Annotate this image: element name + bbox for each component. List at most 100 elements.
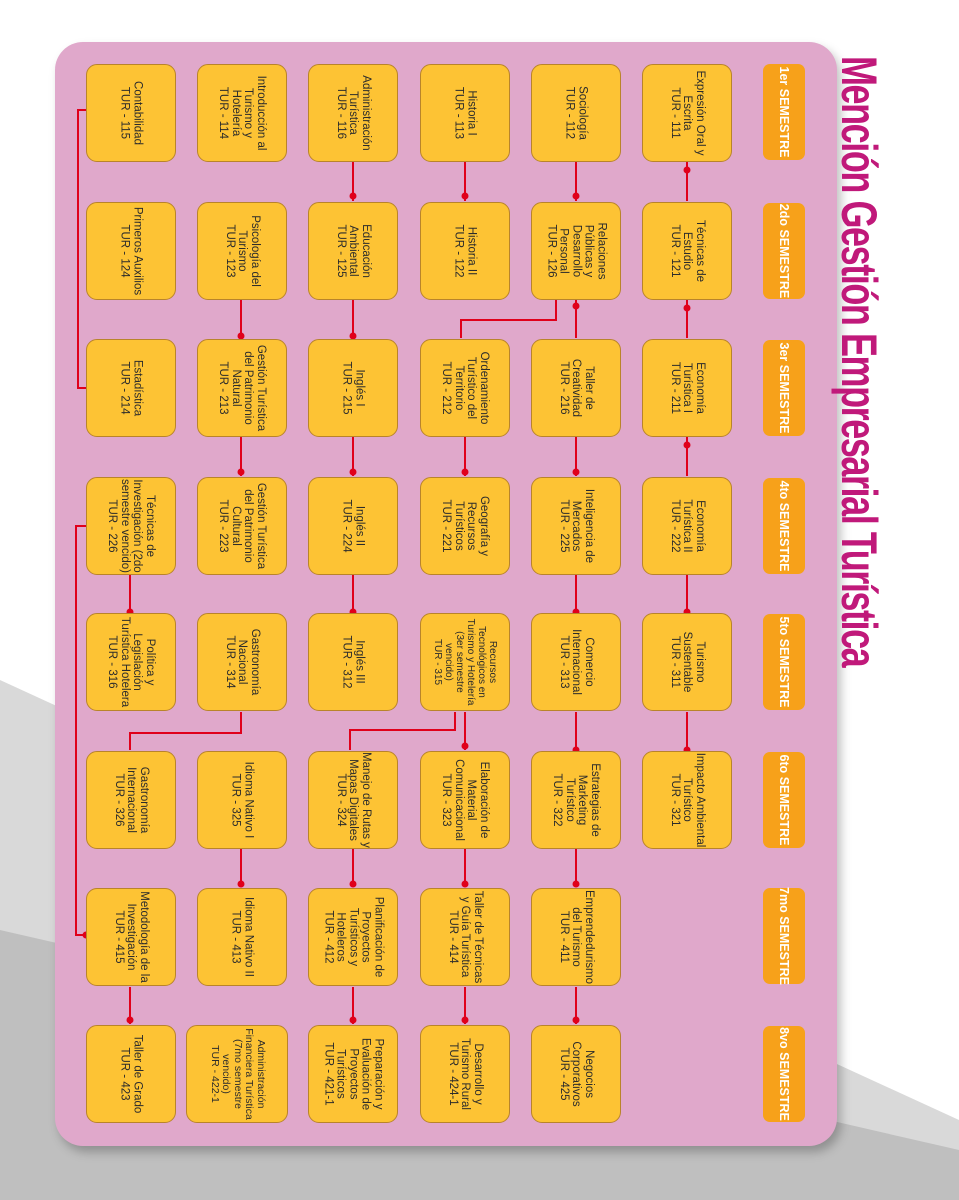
- course-text: TUR - 315: [432, 638, 443, 686]
- semester-header-7: 7mo SEMESTRE: [763, 887, 805, 985]
- course-text: Comercio Internacional: [570, 629, 595, 695]
- course-box: Taller de Creatividad TUR - 216: [531, 339, 621, 437]
- course-text: TUR - 211: [668, 361, 681, 415]
- course-text: TUR - 414: [446, 910, 459, 964]
- course-box: Gestión Turística del Patrimonio Natural…: [197, 339, 287, 437]
- semester-header-1: 1er SEMESTRE: [763, 64, 805, 160]
- course-text: TUR - 322: [551, 773, 564, 827]
- course-box: Negocios Corporativos TUR - 425: [531, 1025, 621, 1123]
- course-box: Inglés I TUR - 215: [308, 339, 398, 437]
- course-text: Política y Legislación Turística Hoteler…: [119, 616, 156, 708]
- semester-header-6: 6to SEMESTRE: [763, 752, 805, 848]
- semester-header-4: 4to SEMESTRE: [763, 478, 805, 574]
- course-text: TUR - 212: [440, 361, 453, 415]
- course-box: Preparación y Evaluación de Proyectos Tu…: [308, 1025, 398, 1123]
- course-text: Primeros Auxilios: [131, 206, 144, 296]
- course-text: TUR - 316: [106, 635, 119, 689]
- semester-label: 3er SEMESTRE: [777, 342, 791, 434]
- course-text: TUR - 326: [112, 773, 125, 827]
- course-text: Expresión Oral y Escrita: [681, 70, 706, 156]
- course-text: TUR - 225: [557, 499, 570, 553]
- course-text: Estrategias de Marketing Turístico: [564, 763, 601, 837]
- course-text: Psicología del Turismo: [236, 215, 261, 287]
- course-text: Educación Ambiental: [347, 224, 372, 278]
- course-text: Taller de Creatividad: [570, 358, 595, 418]
- course-text: Inglés III: [353, 640, 366, 684]
- course-text: Gastronomía Nacional: [236, 628, 261, 696]
- course-text: TUR - 215: [341, 361, 353, 415]
- course-text: Turismo Sustentable: [681, 631, 706, 693]
- course-box: Educación Ambiental TUR - 125: [308, 202, 398, 300]
- course-box: Primeros Auxilios TUR - 124: [86, 202, 176, 300]
- course-text: TUR - 224: [341, 499, 353, 553]
- course-box: Turismo Sustentable TUR - 311: [642, 613, 732, 711]
- course-box: Introducción al Turismo y Hotelería TUR -…: [197, 64, 287, 162]
- course-text: TUR - 116: [334, 86, 347, 140]
- course-text: TUR - 311: [668, 635, 681, 689]
- course-box: Manejo de Rutas y Mapas Digitales TUR - 3…: [308, 751, 398, 849]
- course-box: Economía Turística I TUR - 211: [642, 339, 732, 437]
- course-text: Recursos Tecnológicos en Turismo y Hotel…: [443, 618, 498, 706]
- course-text: TUR - 421-1: [322, 1042, 335, 1106]
- course-box: Gestión Turística del Patrimonio Cultura…: [197, 477, 287, 575]
- course-text: TUR - 226: [106, 499, 119, 553]
- course-box: Relaciones Públicas y Desarrollo Persona…: [531, 202, 621, 300]
- course-box: Geografía y Recursos Turísticos TUR - 221: [420, 477, 510, 575]
- course-box: Taller de Técnicas y Guía Turística TUR -…: [420, 888, 510, 986]
- course-text: TUR - 113: [453, 86, 465, 140]
- course-text: TUR - 214: [119, 361, 131, 415]
- course-box: Expresión Oral y Escrita TUR - 111: [642, 64, 732, 162]
- course-box: Gastronomía Nacional TUR - 314: [197, 613, 287, 711]
- course-text: Relaciones Públicas y Desarrollo Persona…: [557, 222, 608, 280]
- course-text: Negocios Corporativos: [570, 1041, 595, 1107]
- course-box: Impacto Ambiental Turístico TUR - 321: [642, 751, 732, 849]
- semester-label: 8vo SEMESTRE: [777, 1027, 791, 1121]
- course-box: Planificación de Proyectos Turísticos y …: [308, 888, 398, 986]
- semester-label: 6to SEMESTRE: [777, 754, 791, 846]
- course-text: TUR - 312: [341, 635, 353, 689]
- course-text: TUR - 412: [322, 910, 335, 964]
- course-text: Estadística: [131, 359, 144, 417]
- course-box: Comercio Internacional TUR - 313: [531, 613, 621, 711]
- course-text: Gestión Turística del Patrimonio Natural: [230, 344, 267, 432]
- semester-label: 4to SEMESTRE: [777, 480, 791, 572]
- course-box: Inglés III TUR - 312: [308, 613, 398, 711]
- course-box: Psicología del Turismo TUR - 123: [197, 202, 287, 300]
- course-text: Técnicas de Estudio: [681, 219, 706, 282]
- course-text: Gestión Turística del Patrimonio Cultura…: [230, 482, 267, 570]
- course-text: Historia II: [465, 226, 478, 276]
- course-box: Estrategias de Marketing Turístico TUR - …: [531, 751, 621, 849]
- course-box: Inteligencia de Mercados TUR - 225: [531, 477, 621, 575]
- course-box: Idioma Nativo II TUR - 413: [197, 888, 287, 986]
- course-text: TUR - 122: [453, 224, 465, 278]
- course-box: Taller de Grado TUR - 423: [86, 1025, 176, 1123]
- course-text: Impacto Ambiental Turístico: [681, 752, 706, 848]
- course-text: Administración Turística: [347, 75, 372, 151]
- course-text: TUR - 425: [557, 1047, 570, 1101]
- course-text: TUR - 411: [557, 910, 570, 964]
- course-box: Administración Financiera Turística (7mo…: [186, 1025, 288, 1123]
- course-text: Emprendedurismo del Turismo: [570, 890, 595, 984]
- course-text: Técnicas de Investigación (2do semestre …: [119, 479, 156, 573]
- semester-header-3: 3er SEMESTRE: [763, 340, 805, 436]
- course-box: Desarrollo y Turismo Rural TUR - 424-1: [420, 1025, 510, 1123]
- course-text: Desarrollo y Turismo Rural: [459, 1038, 484, 1110]
- course-text: Economía Turística II: [681, 499, 706, 553]
- course-box: Técnicas de Investigación (2do semestre …: [86, 477, 176, 575]
- course-text: Inglés II: [353, 505, 366, 547]
- course-box: Inglés II TUR - 224: [308, 477, 398, 575]
- course-box: Historia II TUR - 122: [420, 202, 510, 300]
- course-text: TUR - 415: [112, 910, 125, 964]
- course-text: TUR - 126: [545, 224, 558, 278]
- course-text: TUR - 114: [217, 86, 230, 140]
- course-text: Manejo de Rutas y Mapas Digitales: [347, 752, 372, 848]
- semester-label: 7mo SEMESTRE: [777, 887, 791, 985]
- semester-label: 5to SEMESTRE: [777, 616, 791, 708]
- course-text: Taller de Técnicas y Guía Turística: [459, 890, 484, 984]
- semester-header-5: 5to SEMESTRE: [763, 614, 805, 710]
- course-text: TUR - 213: [217, 361, 230, 415]
- course-text: Idioma Nativo II: [242, 897, 255, 977]
- course-text: Historia I: [465, 90, 478, 136]
- course-box: Recursos Tecnológicos en Turismo y Hotel…: [420, 613, 510, 711]
- course-text: TUR - 123: [223, 224, 236, 278]
